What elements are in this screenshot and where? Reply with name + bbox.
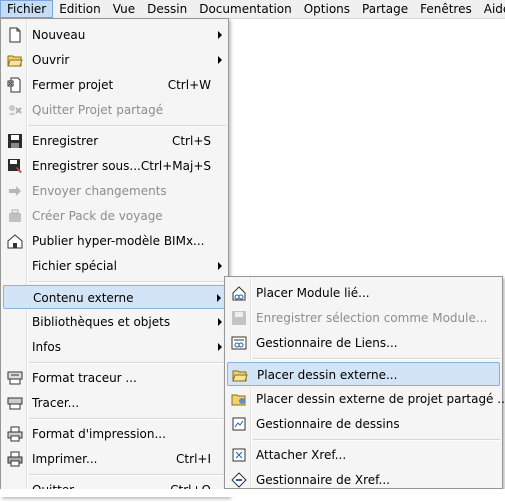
menu-separator [29,281,226,283]
shortcut-label: Ctrl+S [171,134,211,148]
menu-item-label: Infos [32,340,61,354]
menu-item-placer-module-lie[interactable]: Placer Module lié... [227,281,500,305]
menu-item-label: Enregistrer sélection comme Module... [256,311,488,325]
menu-item-label: Placer Module lié... [256,286,370,300]
menu-fichier[interactable]: Fichier [0,0,54,18]
save-as-icon [7,158,23,174]
menu-item-label: Bibliothèques et objets [32,315,171,329]
menu-separator [29,362,226,364]
menu-separator [253,439,500,441]
shared-drawing-icon [231,391,247,407]
shortcut-label: Ctrl+Maj+S [140,159,211,173]
menu-item-contenu-externe[interactable]: Contenu externe [3,285,226,309]
link-manager-icon [231,335,247,351]
menu-separator [29,474,226,476]
menu-item-label: Enregistrer sous... [32,159,141,173]
menu-item-publier-hyper-modele-bimx[interactable]: Publier hyper-modèle BIMx... [3,229,226,253]
menu-item-label: Tracer... [32,396,80,410]
menu-vue[interactable]: Vue [107,0,141,18]
menu-item-creer-pack-de-voyage: Créer Pack de voyage [3,204,226,228]
menu-item-label: Format traceur ... [32,371,137,385]
menu-item-label: Publier hyper-modèle BIMx... [32,234,205,248]
save-module-icon [231,310,247,326]
submenu-arrow-icon [217,294,221,302]
menu-fenetres[interactable]: Fenêtres [414,0,478,18]
menu-edition[interactable]: Edition [53,0,107,18]
menu-separator [253,358,500,360]
place-drawing-icon [232,367,248,383]
shortcut-label: Ctrl+I [176,452,211,466]
menu-item-tracer[interactable]: Tracer... [3,391,226,415]
menu-item-bibliotheques-et-objets[interactable]: Bibliothèques et objets [3,310,226,334]
menu-item-placer-dessin-externe-de-projet-partage[interactable]: Placer dessin externe de projet partagé … [227,387,505,411]
open-folder-icon [7,52,23,68]
menu-dessin[interactable]: Dessin [141,0,193,18]
menu-item-label: Ouvrir [32,53,70,67]
plotter-setup-icon [7,370,23,386]
hotlink-module-icon [231,285,247,301]
menu-item-label: Placer dessin externe de projet partagé … [256,392,505,406]
plotter-icon [7,395,23,411]
save-icon [7,133,23,149]
send-changes-icon [7,183,23,199]
xref-manager-icon [231,472,247,488]
submenu-arrow-icon [218,31,222,39]
menu-partage[interactable]: Partage [356,0,414,18]
submenu-arrow-icon [218,343,222,351]
menu-item-envoyer-changements: Envoyer changements [3,179,226,203]
new-doc-icon [7,27,23,43]
file-menu: Nouveau Ouvrir Fermer projet Ctrl+W Quitter … [0,18,229,497]
menu-item-imprimer[interactable]: Imprimer... Ctrl+I [3,447,226,471]
menu-item-label: Imprimer... [32,452,98,466]
menu-item-label: Gestionnaire de dessins [256,417,400,431]
menu-item-label: Format d'impression... [32,427,166,441]
submenu-arrow-icon [218,318,222,326]
menu-item-label: Fichier spécial [32,259,117,273]
menu-item-label: Envoyer changements [32,184,167,198]
external-content-submenu: Placer Module lié... Enregistrer sélectio… [224,276,505,489]
menu-item-label: Créer Pack de voyage [32,209,163,223]
menu-item-format-traceur[interactable]: Format traceur ... [3,366,226,390]
menu-aide[interactable]: Aide [478,0,505,18]
window-bottom-strip [0,489,505,497]
menu-item-label: Contenu externe [33,291,134,305]
menu-documentation[interactable]: Documentation [193,0,298,18]
shortcut-label: Ctrl+W [167,78,211,92]
leave-shared-icon [7,102,23,118]
menu-item-label: Quitter Projet partagé [32,103,164,117]
menu-item-fichier-special[interactable]: Fichier spécial [3,254,226,278]
menu-item-gestionnaire-de-dessins[interactable]: Gestionnaire de dessins [227,412,500,436]
menu-item-label: Enregistrer [32,134,99,148]
menu-item-placer-dessin-externe[interactable]: Placer dessin externe... [227,362,500,386]
menu-bar: Fichier Edition Vue Dessin Documentation Opti… [0,0,505,19]
menu-options[interactable]: Options [298,0,356,18]
menu-item-infos[interactable]: Infos [3,335,226,359]
menu-item-label: Fermer projet [32,78,114,92]
menu-item-quitter-projet-partage: Quitter Projet partagé [3,98,226,122]
menu-item-label: Nouveau [32,28,86,42]
menu-item-enregistrer-sous[interactable]: Enregistrer sous... Ctrl+Maj+S [3,154,226,178]
menu-item-attacher-xref[interactable]: Attacher Xref... [227,443,500,467]
print-setup-icon [7,426,23,442]
menu-item-ouvrir[interactable]: Ouvrir [3,48,226,72]
menu-item-fermer-projet[interactable]: Fermer projet Ctrl+W [3,73,226,97]
travel-pack-icon [7,208,23,224]
close-project-icon [7,77,23,93]
menu-separator [29,125,226,127]
menu-separator [29,418,226,420]
xref-attach-icon [231,447,247,463]
menu-item-enregistrer[interactable]: Enregistrer Ctrl+S [3,129,226,153]
menu-item-label: Placer dessin externe... [257,368,398,382]
menu-item-gestionnaire-de-liens[interactable]: Gestionnaire de Liens... [227,331,500,355]
submenu-arrow-icon [218,56,222,64]
menu-item-format-d-impression[interactable]: Format d'impression... [3,422,226,446]
submenu-arrow-icon [218,262,222,270]
menu-item-nouveau[interactable]: Nouveau [3,23,226,47]
drawing-manager-icon [231,416,247,432]
menu-item-enregistrer-selection-comme-module: Enregistrer sélection comme Module... [227,306,500,330]
menu-item-label: Attacher Xref... [256,448,347,462]
bimx-icon [7,233,23,249]
printer-icon [7,451,23,467]
menu-item-label: Gestionnaire de Liens... [256,336,398,350]
